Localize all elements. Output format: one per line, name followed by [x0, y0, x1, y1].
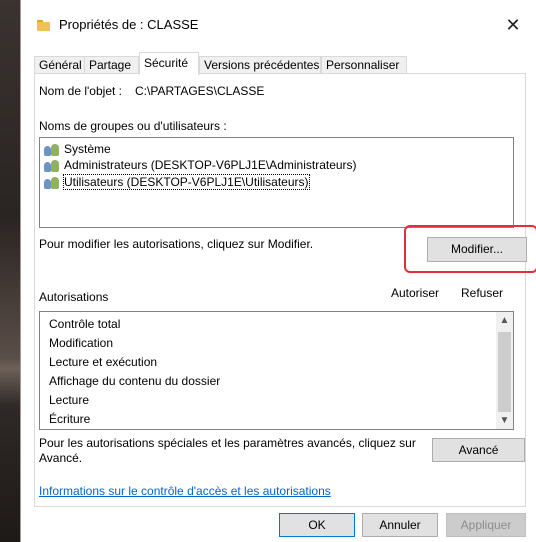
list-item-label: Système	[64, 142, 111, 156]
list-item[interactable]: Système	[44, 141, 111, 157]
users-icon	[44, 143, 62, 157]
permissions-list[interactable]: Contrôle total Modification Lecture et e…	[39, 311, 514, 430]
groups-list[interactable]: Système Administrateurs (DESKTOP-V6PLJ1E…	[39, 137, 514, 228]
object-name-value: C:\PARTAGES\CLASSE	[135, 84, 265, 98]
window-title: Propriétés de : CLASSE	[59, 17, 199, 32]
list-item[interactable]: Administrateurs (DESKTOP-V6PLJ1E\Adminis…	[44, 157, 357, 173]
permission-row: Affichage du contenu du dossier	[49, 374, 221, 388]
apply-button[interactable]: Appliquer	[446, 513, 526, 537]
permissions-scrollbar[interactable]: ▲ ▼	[496, 312, 513, 429]
groups-label: Noms de groupes ou d'utilisateurs :	[39, 119, 227, 133]
tab-customize[interactable]: Personnaliser	[321, 56, 407, 74]
permission-row: Lecture et exécution	[49, 355, 158, 369]
advanced-hint-line1: Pour les autorisations spéciales et les …	[39, 436, 416, 450]
desktop-background	[0, 0, 20, 542]
tab-general[interactable]: Général	[34, 56, 85, 74]
deny-column-header: Refuser	[461, 286, 504, 300]
users-icon	[44, 159, 62, 173]
modify-hint: Pour modifier les autorisations, cliquez…	[39, 237, 314, 251]
permission-row: Contrôle total	[49, 317, 121, 331]
scroll-thumb[interactable]	[498, 332, 511, 412]
tab-security[interactable]: Sécurité	[139, 52, 199, 75]
scroll-down-icon[interactable]: ▼	[496, 412, 513, 429]
ok-button[interactable]: OK	[279, 513, 355, 537]
advanced-hint-line2: Avancé.	[39, 451, 83, 465]
list-item-label: Administrateurs (DESKTOP-V6PLJ1E\Adminis…	[64, 158, 357, 172]
tab-sharing[interactable]: Partage	[84, 56, 139, 74]
users-icon	[44, 176, 62, 190]
close-button[interactable]: ✕	[490, 10, 536, 40]
tab-previous-versions[interactable]: Versions précédentes	[199, 56, 321, 74]
modify-button[interactable]: Modifier...	[427, 237, 527, 262]
access-control-info-link[interactable]: Informations sur le contrôle d'accès et …	[39, 484, 331, 498]
folder-icon	[37, 20, 50, 31]
title-bar: Propriétés de : CLASSE ✕	[21, 0, 536, 44]
allow-column-header: Autoriser	[391, 286, 440, 300]
object-name-label: Nom de l'objet :	[39, 84, 122, 98]
cancel-button[interactable]: Annuler	[362, 513, 438, 537]
permissions-label: Autorisations	[39, 290, 109, 304]
advanced-button[interactable]: Avancé	[432, 438, 525, 462]
scroll-up-icon[interactable]: ▲	[496, 312, 513, 329]
permission-row: Écriture	[49, 412, 91, 426]
list-item-label: Utilisateurs (DESKTOP-V6PLJ1E\Utilisateu…	[63, 174, 310, 190]
properties-dialog: Propriétés de : CLASSE ✕ Général Partage…	[20, 0, 536, 542]
list-item[interactable]: Utilisateurs (DESKTOP-V6PLJ1E\Utilisateu…	[44, 174, 310, 190]
permission-row: Lecture	[49, 393, 90, 407]
permission-row: Modification	[49, 336, 114, 350]
